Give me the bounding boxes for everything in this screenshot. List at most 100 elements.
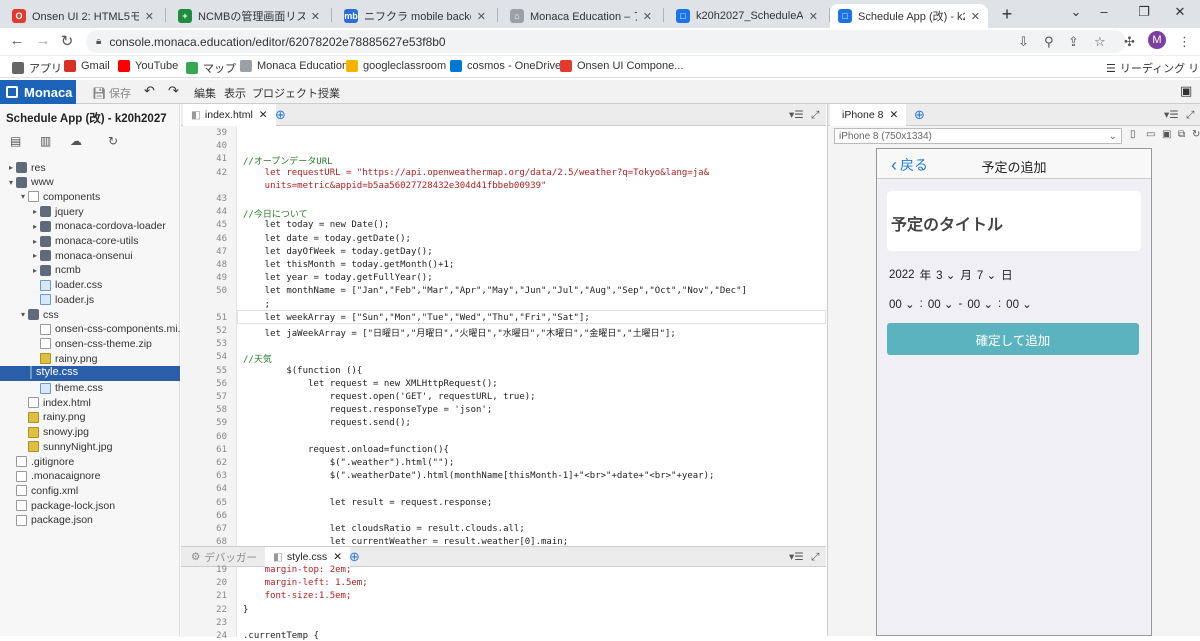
expand-icon[interactable]: ⤢ xyxy=(803,547,827,567)
tree-item[interactable]: ▾ css xyxy=(0,307,180,322)
close-tab-icon[interactable]: ✕ xyxy=(809,10,818,23)
tree-item[interactable]: ▸ monaca-cordova-loader xyxy=(0,219,180,234)
tree-item[interactable]: ▸ jquery xyxy=(0,204,180,219)
refresh-icon[interactable]: ↻ xyxy=(108,134,118,148)
tab-search-icon[interactable]: ⌄ xyxy=(1066,4,1086,20)
tree-item[interactable]: package.json xyxy=(0,513,180,528)
tree-item[interactable]: index.html xyxy=(0,395,180,410)
tree-item[interactable]: .gitignore xyxy=(0,454,180,469)
code-line[interactable]: margin-top: 2em; xyxy=(243,565,352,575)
code-line[interactable]: request.onload=function(){ xyxy=(243,445,449,455)
bookmark-item[interactable]: cosmos - OneDrive xyxy=(450,60,561,72)
code-line[interactable]: let date = today.getDate(); xyxy=(243,234,411,244)
bookmark-item[interactable]: Onsen UI Compone... xyxy=(560,60,683,72)
menu-view[interactable]: 表示 xyxy=(224,85,246,101)
tree-item[interactable]: rainy.png xyxy=(0,351,180,366)
extensions-icon[interactable]: ✣ xyxy=(1124,34,1135,50)
close-tab-icon[interactable]: ✕ xyxy=(145,10,154,23)
tree-item[interactable]: .monacaignore xyxy=(0,469,180,484)
tree-item[interactable]: onsen-css-theme.zip xyxy=(0,336,180,351)
add-tab-icon[interactable]: ⊕ xyxy=(906,104,933,126)
new-tab-button[interactable]: + xyxy=(996,4,1018,25)
tablet-icon[interactable]: ▭ xyxy=(1146,129,1155,140)
tree-item[interactable]: style.css xyxy=(0,365,180,381)
code-line[interactable]: $(function (){ xyxy=(243,366,362,376)
add-tab-icon[interactable]: ⊕ xyxy=(267,104,294,126)
code-line[interactable]: let requestURL = "https://api.openweathe… xyxy=(243,168,709,178)
code-line[interactable]: //天気 xyxy=(243,352,272,365)
day-select[interactable]: 7 ⌄ xyxy=(977,268,996,282)
code-line[interactable]: let monthName = ["Jan","Feb","Mar","Apr"… xyxy=(243,286,747,296)
bookmark-star-icon[interactable]: ☆ xyxy=(1094,34,1106,50)
menu-class[interactable]: 授業 xyxy=(318,85,340,101)
browser-tab-3[interactable]: ⌂ Monaca Education – アプリ開 ✕ xyxy=(502,4,660,28)
close-window-button[interactable]: ✕ xyxy=(1170,4,1190,20)
tree-item[interactable]: loader.js xyxy=(0,292,180,307)
code-line[interactable]: let jaWeekArray = ["日曜日","月曜日","火曜日","水曜… xyxy=(243,326,676,339)
tab-iphone[interactable]: iPhone 8 ✕ xyxy=(830,104,907,126)
code-line[interactable]: //今日について xyxy=(243,207,308,220)
tree-item[interactable]: ▸ ncmb xyxy=(0,263,180,278)
tree-item[interactable]: rainy.png xyxy=(0,410,180,425)
undo-icon[interactable]: ↶ xyxy=(144,83,155,99)
tree-item[interactable]: loader.css xyxy=(0,278,180,293)
bookmark-item[interactable]: Gmail xyxy=(64,60,110,72)
browser-tab-1[interactable]: + NCMBの管理画面リスト - Goo ✕ xyxy=(170,4,328,28)
add-tab-icon[interactable]: ⊕ xyxy=(341,547,368,567)
reading-list-button[interactable]: ☰ リーディング リスト xyxy=(1106,60,1200,76)
confirm-add-button[interactable]: 確定して追加 xyxy=(887,323,1139,355)
code-line[interactable]: let thisMonth = today.getMonth()+1; xyxy=(243,260,455,270)
tree-item[interactable]: ▸ monaca-onsenui xyxy=(0,248,180,263)
end-minute-select[interactable]: 00 ⌄ xyxy=(1006,297,1032,311)
tree-item[interactable]: ▸ res xyxy=(0,160,180,175)
maximize-button[interactable]: ❐ xyxy=(1134,4,1154,20)
refresh-icon[interactable]: ↻ xyxy=(1192,129,1200,140)
tab-debugger[interactable]: ⚙ デバッガー xyxy=(183,547,265,567)
code-line[interactable]: $(".weather").html(""); xyxy=(243,458,455,468)
upload-icon[interactable]: ☁ xyxy=(70,134,82,148)
rotate-icon[interactable]: ⧉ xyxy=(1178,129,1185,140)
new-file-icon[interactable]: ▤ xyxy=(10,134,21,148)
new-folder-icon[interactable]: ▥ xyxy=(40,134,51,148)
month-select[interactable]: 3 ⌄ xyxy=(936,268,955,282)
code-line[interactable]: font-size:1.5em; xyxy=(243,591,352,601)
close-tab-icon[interactable]: ✕ xyxy=(477,10,486,23)
reload-icon[interactable]: ↻ xyxy=(58,32,76,50)
share-icon[interactable]: ⇪ xyxy=(1068,34,1079,50)
start-hour-select[interactable]: 00 ⌄ xyxy=(889,297,915,311)
code-line[interactable]: margin-left: 1.5em; xyxy=(243,578,368,588)
browser-tab-5[interactable]: □ Schedule App (改) - k20h20 ✕ xyxy=(830,4,988,28)
code-line[interactable]: let cloudsRatio = result.clouds.all; xyxy=(243,524,525,534)
code-line[interactable]: request.open('GET', requestURL, true); xyxy=(243,392,536,402)
code-line[interactable]: request.send(); xyxy=(243,418,411,428)
tab-style-css[interactable]: ◧ style.css ✕ xyxy=(265,547,350,567)
tree-item[interactable]: snowy.jpg xyxy=(0,425,180,440)
code-line[interactable]: let request = new XMLHttpRequest(); xyxy=(243,379,498,389)
bookmark-item[interactable]: YouTube xyxy=(118,60,178,72)
phone-icon[interactable]: ▯ xyxy=(1130,129,1136,140)
close-tab-icon[interactable]: ✕ xyxy=(971,10,980,23)
code-line[interactable]: } xyxy=(243,605,248,615)
browser-tab-0[interactable]: O Onsen UI 2: HTML5モバイルアプリ ✕ xyxy=(4,4,162,28)
close-tab-icon[interactable]: ✕ xyxy=(311,10,320,23)
end-hour-select[interactable]: 00 ⌄ xyxy=(967,297,993,311)
code-line[interactable]: //オープンデータURL xyxy=(243,154,333,167)
expand-icon[interactable]: ⤢ xyxy=(1178,104,1200,126)
layout-icon[interactable]: ▣ xyxy=(1180,83,1192,99)
code-line[interactable]: let year = today.getFullYear(); xyxy=(243,273,433,283)
browser-tab-4[interactable]: □ k20h2027_ScheduleApp — ✕ xyxy=(668,4,826,28)
url-input[interactable]: 🔒︎ console.monaca.education/editor/62078… xyxy=(86,30,1126,53)
close-tab-icon[interactable]: ✕ xyxy=(643,10,652,23)
code-line[interactable]: units=metric&appid=b5aa56027728432e304d4… xyxy=(243,181,547,191)
install-icon[interactable]: ⇩ xyxy=(1018,34,1029,50)
minimize-button[interactable]: – xyxy=(1094,4,1114,19)
title-input[interactable]: 予定のタイトル xyxy=(887,191,1141,251)
save-button[interactable]: 💾︎ 保存 xyxy=(92,85,131,101)
tree-item[interactable]: package-lock.json xyxy=(0,498,180,513)
bookmark-item[interactable]: マップ xyxy=(186,60,236,76)
tree-item[interactable]: ▸ monaca-core-utils xyxy=(0,234,180,249)
redo-icon[interactable]: ↷ xyxy=(168,83,179,99)
code-line[interactable]: $(".weatherDate").html(monthName[thisMon… xyxy=(243,471,715,481)
tree-item[interactable]: ▾ www xyxy=(0,175,180,190)
browser-tab-2[interactable]: mb ニフクラ mobile backend ✕ xyxy=(336,4,494,28)
